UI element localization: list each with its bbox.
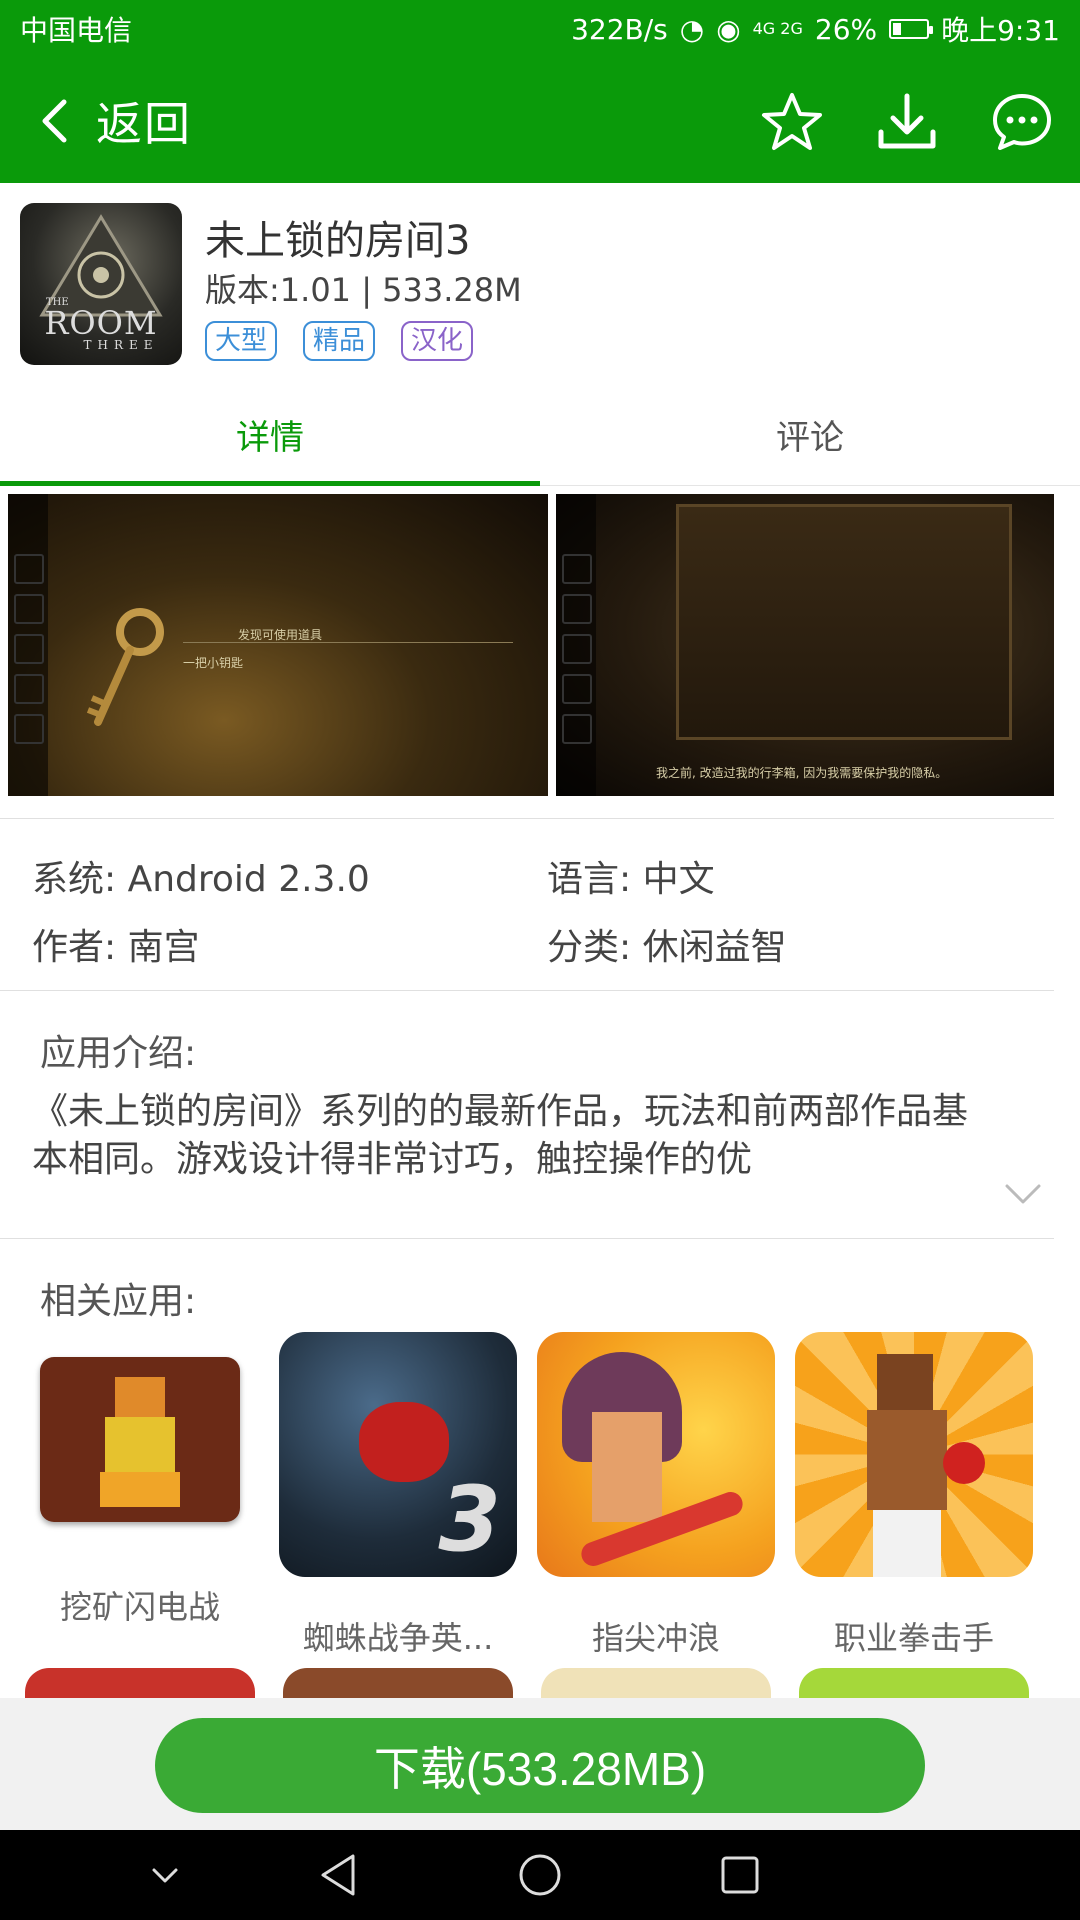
data-saver-icon: ◔ — [679, 12, 705, 46]
app-info: THE ROOM THREE 未上锁的房间3 版本:1.01 | 533.28M… — [0, 183, 1080, 383]
hide-nav-chevron-icon[interactable] — [140, 1850, 190, 1900]
battery-percent: 26% — [814, 12, 878, 46]
carrier-label: 中国电信 — [20, 14, 133, 47]
star-icon[interactable] — [760, 90, 824, 154]
related-app-name: 职业拳击手 — [833, 1619, 994, 1657]
caption-bottom: 我之前, 改造过我的行李箱, 因为我需要保护我的隐私。 — [656, 766, 948, 780]
back-label: 返回 — [96, 96, 192, 151]
chevron-down-icon[interactable] — [1003, 1180, 1043, 1208]
tag-list: 大型 精品 汉化 — [205, 321, 474, 361]
related-app-item[interactable]: 职业拳击手 — [794, 1332, 1034, 1659]
app-version-size: 版本:1.01 | 533.28M — [205, 271, 522, 309]
divider — [0, 1238, 1054, 1239]
related-app-icon-partial — [283, 1668, 513, 1698]
related-title: 相关应用: — [40, 1281, 197, 1322]
related-app-item[interactable]: 3 蜘蛛战争英... — [278, 1332, 518, 1659]
net-speed: 322B/s — [571, 12, 668, 46]
caption-item: 一把小钥匙 — [183, 656, 244, 670]
eye-comfort-icon: ◉ — [716, 12, 741, 46]
related-app-icon — [40, 1357, 240, 1522]
message-icon[interactable] — [990, 90, 1054, 154]
language-info: 语言: 中文 — [547, 859, 715, 900]
caption-top: 发现可使用道具 — [238, 628, 323, 642]
back-button[interactable]: 返回 — [40, 83, 192, 158]
related-app-name: 蜘蛛战争英... — [302, 1619, 494, 1657]
description-text: 《未上锁的房间》系列的的最新作品，玩法和前两部作品基本相同。游戏设计得非常讨巧，… — [32, 1091, 969, 1180]
tab-comments[interactable]: 评论 — [540, 383, 1080, 485]
clock: 晚上9:31 — [941, 14, 1060, 47]
tab-details[interactable]: 详情 — [0, 383, 540, 486]
status-bar: 中国电信 322B/s ◔ ◉ 4G 2G 26% 晚上9:31 — [0, 0, 1080, 58]
download-button[interactable]: 下载(533.28MB) — [155, 1718, 925, 1813]
key-icon — [86, 608, 164, 726]
category-info: 分类: 休闲益智 — [547, 927, 787, 968]
related-app-icon — [795, 1332, 1033, 1577]
screenshot-thumbnail[interactable]: 发现可使用道具 一把小钥匙 — [8, 494, 548, 796]
open-suitcase — [676, 504, 1012, 740]
system-nav-bar — [0, 1830, 1080, 1920]
battery-icon — [889, 19, 934, 39]
related-app-icon-partial — [799, 1668, 1029, 1698]
tab-bar: 详情 评论 — [0, 383, 1080, 486]
related-app-icon — [537, 1332, 775, 1577]
related-app-icon: 3 — [279, 1332, 517, 1577]
description-title: 应用介绍: — [40, 1033, 197, 1074]
divider — [0, 818, 1054, 819]
inventory-strip — [8, 494, 48, 796]
inventory-strip — [556, 494, 596, 796]
related-app-name: 挖矿闪电战 — [59, 1588, 220, 1626]
related-app-name: 指尖冲浪 — [591, 1619, 720, 1657]
author-info: 作者: 南宫 — [32, 927, 200, 968]
nav-home-icon[interactable] — [515, 1850, 565, 1900]
related-app-item[interactable]: 指尖冲浪 — [536, 1332, 776, 1659]
download-icon[interactable] — [875, 90, 939, 154]
screenshot-gallery[interactable]: 发现可使用道具 一把小钥匙 我之前, 改造过我的行李箱, 因为我需要保护我的隐私… — [8, 494, 1054, 796]
download-bar: 下载(533.28MB) — [0, 1698, 1080, 1830]
divider — [0, 990, 1054, 991]
related-app-icon-partial — [541, 1668, 771, 1698]
top-app-bar: 返回 — [0, 58, 1080, 183]
app-title: 未上锁的房间3 — [205, 218, 471, 264]
chevron-left-icon — [42, 99, 67, 142]
nav-back-icon[interactable] — [315, 1850, 365, 1900]
tag-badge: 精品 — [303, 321, 376, 361]
system-info: 系统: Android 2.3.0 — [32, 859, 370, 900]
tag-badge: 大型 — [205, 321, 278, 361]
logo-text-room: ROOM — [44, 304, 158, 342]
signal-icon: 4G 2G — [752, 19, 803, 38]
tag-badge: 汉化 — [401, 321, 474, 361]
nav-recents-icon[interactable] — [715, 1850, 765, 1900]
related-app-item[interactable]: 挖矿闪电战 — [20, 1332, 260, 1628]
app-icon: THE ROOM THREE — [20, 203, 182, 365]
related-app-icon-partial — [25, 1668, 255, 1698]
screenshot-thumbnail[interactable]: 我之前, 改造过我的行李箱, 因为我需要保护我的隐私。 — [556, 494, 1054, 796]
status-indicators: 322B/s ◔ ◉ 4G 2G 26% 晚上9:31 — [571, 9, 1060, 49]
